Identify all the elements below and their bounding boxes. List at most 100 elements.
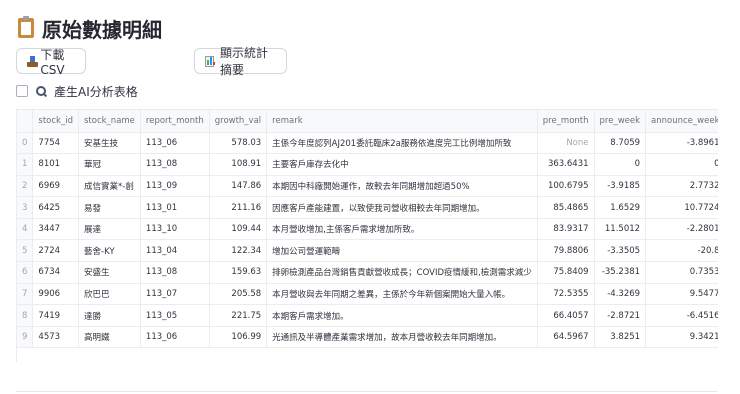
cell-pre-month: None: [537, 132, 595, 155]
cell-remark: 本期因中科廠開始運作，故較去年同期增加超過50%: [266, 175, 538, 198]
cell-remark: 排卵檢測產品台灣銷售貢獻營收成長；COVID疫情緩和,檢測需求減少: [266, 261, 538, 284]
cell-stock-name: 安盛生: [78, 261, 141, 284]
cell-pre-week: 11.5012: [594, 218, 647, 241]
cell-pre-week: -3.3505: [594, 239, 647, 263]
row-index: 7: [17, 283, 34, 306]
cell-remark: 主係今年度認列AJ201委託臨床2a服務依進度完工比例增加所致: [266, 132, 538, 155]
cell-report-month: 113_09: [140, 175, 210, 198]
cell-stock-id: 3447: [32, 218, 79, 241]
column-header-stock-id[interactable]: stock_id: [32, 110, 79, 133]
cell-report-month: 113_08: [140, 153, 210, 176]
bar-chart-icon: [205, 55, 215, 67]
cell-pre-month: 363.6431: [537, 153, 595, 176]
column-header-pre-week[interactable]: pre_week: [594, 110, 647, 133]
table-header-row: stock_id stock_name report_month growth_…: [17, 110, 718, 133]
table-row[interactable]: 0 7754 安基生技 113_06 578.03 主係今年度認列AJ201委託臨床2a服…: [17, 132, 718, 155]
column-header-index: [17, 110, 34, 133]
cell-stock-id: 7419: [32, 304, 79, 327]
ai-table-option[interactable]: 產生AI分析表格: [16, 84, 138, 99]
row-index: 4: [17, 218, 34, 241]
table-row[interactable]: 6 6734 安盛生 113_08 159.63 排卵檢測產品台灣銷售貢獻營收成長；COV…: [17, 261, 718, 284]
cell-report-month: 113_04: [140, 239, 210, 263]
cell-announce-week: -6.4516: [645, 304, 718, 327]
data-table[interactable]: stock_id stock_name report_month growth_…: [16, 109, 718, 362]
cell-remark: 本月營收增加,主係客戶需求增加所致。: [266, 218, 538, 241]
cell-remark: 本期客戶需求增加。: [266, 304, 538, 327]
download-csv-button[interactable]: 下載 CSV: [16, 47, 86, 77]
row-index: 8: [17, 304, 34, 327]
show-stats-button[interactable]: 顯示統計摘要: [194, 46, 287, 77]
inbox-tray-icon: [27, 55, 39, 67]
cell-stock-name: 藝舍-KY: [78, 239, 141, 263]
cell-remark: 主要客戶庫存去化中: [266, 153, 538, 176]
cell-report-month: 113_07: [140, 283, 210, 306]
magnifier-icon: [36, 86, 46, 96]
cell-growth-val: 205.58: [209, 283, 268, 306]
cell-stock-name: 易發: [78, 196, 141, 219]
row-index: 9: [17, 326, 34, 349]
row-index: 2: [17, 175, 34, 198]
row-index: 0: [17, 132, 34, 155]
column-header-remark[interactable]: remark: [266, 110, 538, 133]
cell-pre-month: 83.9317: [537, 218, 595, 241]
cell-announce-week: 2.7732: [645, 175, 718, 198]
clipboard-icon: [18, 16, 34, 38]
cell-pre-month: 79.8806: [537, 239, 595, 263]
cell-stock-id: 6425: [32, 196, 79, 219]
table-row[interactable]: 9 4573 高明鐵 113_06 106.99 光通訊及半導體產業需求增加，故本月營收較…: [17, 326, 718, 349]
cell-report-month: 113_05: [140, 304, 210, 327]
cell-growth-val: 108.91: [209, 153, 268, 176]
column-header-announce-week[interactable]: announce_week: [645, 110, 718, 133]
cell-growth-val: 211.16: [209, 196, 268, 219]
ai-table-checkbox[interactable]: [16, 85, 28, 97]
show-stats-label: 顯示統計摘要: [220, 46, 269, 77]
table-row[interactable]: 2 6969 成信實業*-創 113_09 147.86 本期因中科廠開始運作，故較去年同…: [17, 175, 718, 198]
download-csv-label: 下載 CSV: [40, 47, 65, 77]
cell-pre-week: 3.8251: [594, 326, 647, 349]
cell-remark: 光通訊及半導體產業需求增加，故本月營收較去年同期增加。: [266, 326, 538, 349]
cell-stock-id: 6969: [32, 175, 79, 198]
cell-announce-week: 9.3421: [645, 326, 718, 349]
cell-pre-month: 72.5355: [537, 283, 595, 306]
cell-growth-val: 109.44: [209, 218, 268, 241]
cell-stock-name: 成信實業*-創: [78, 175, 141, 198]
cell-announce-week: -20.8: [645, 239, 718, 263]
cell-pre-week: -2.8721: [594, 304, 647, 327]
cell-growth-val: 159.63: [209, 261, 268, 284]
table-row[interactable]: 3 6425 易發 113_01 211.16 因應客戶產能建置，以致使我司營收相較去年同…: [17, 196, 718, 219]
cell-growth-val: 147.86: [209, 175, 268, 198]
cell-announce-week: 10.7724: [645, 196, 718, 219]
column-header-growth-val[interactable]: growth_val: [209, 110, 268, 133]
cell-pre-week: -35.2381: [594, 261, 647, 284]
cell-remark: 因應客戶產能建置，以致使我司營收相較去年同期增加。: [266, 196, 538, 219]
cell-pre-week: 8.7059: [594, 132, 647, 155]
page-title-text: 原始數據明細: [42, 17, 162, 42]
cell-stock-name: 高明鐵: [78, 326, 141, 349]
row-index: 3: [17, 196, 34, 219]
cell-report-month: 113_10: [140, 218, 210, 241]
table-row[interactable]: 18101華冠113_08108.91主要客戶庫存去化中363.643100: [17, 153, 718, 176]
divider: [16, 391, 717, 392]
column-header-stock-name[interactable]: stock_name: [78, 110, 141, 133]
cell-pre-month: 66.4057: [537, 304, 595, 327]
table-row[interactable]: 7 9906 欣巴巴 113_07 205.58 本月營收與去年同期之差異，主係於今年新個…: [17, 283, 718, 306]
cell-stock-name: 欣巴巴: [78, 283, 141, 306]
cell-pre-month: 85.4865: [537, 196, 595, 219]
row-index: 5: [17, 239, 34, 263]
cell-growth-val: 221.75: [209, 304, 268, 327]
cell-growth-val: 122.34: [209, 239, 268, 263]
ai-table-label: 產生AI分析表格: [54, 84, 138, 99]
table-row[interactable]: 8 7419 達勝 113_05 221.75 本期客戶需求增加。 66.4057 -2.87…: [17, 304, 718, 327]
cell-remark: 本月營收與去年同期之差異，主係於今年新個案開始大量入帳。: [266, 283, 538, 306]
cell-remark: 增加公司營運範疇: [266, 239, 538, 263]
table-row[interactable]: 5 2724 藝舍-KY 113_04 122.34 增加公司營運範疇 79.8806 -3.…: [17, 239, 718, 263]
cell-announce-week: -3.8961: [645, 132, 718, 155]
cell-announce-week: -2.2801: [645, 218, 718, 241]
table-row[interactable]: 4 3447 展達 113_10 109.44 本月營收增加,主係客戶需求增加所致。 83.…: [17, 218, 718, 241]
column-header-report-month[interactable]: report_month: [140, 110, 210, 133]
column-header-pre-month[interactable]: pre_month: [537, 110, 595, 133]
cell-pre-month: 75.8409: [537, 261, 595, 284]
cell-report-month: 113_08: [140, 261, 210, 284]
cell-growth-val: 106.99: [209, 326, 268, 349]
cell-stock-name: 達勝: [78, 304, 141, 327]
